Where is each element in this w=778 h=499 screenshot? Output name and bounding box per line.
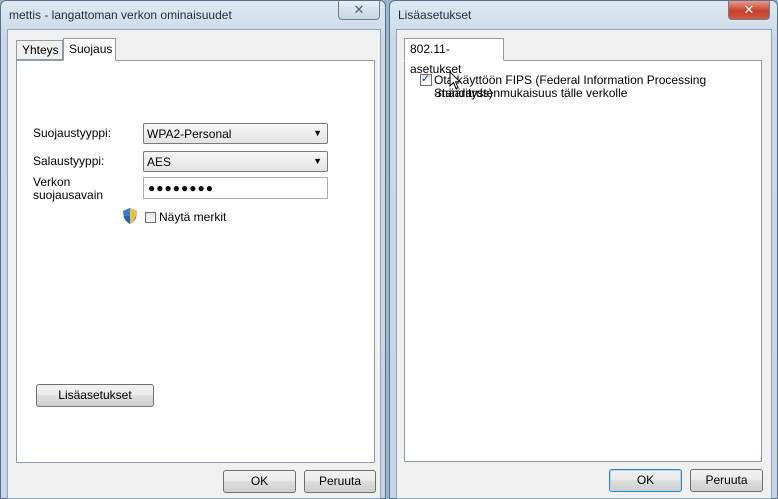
tab-yhteys[interactable]: Yhteys bbox=[16, 40, 63, 60]
network-properties-dialog: mettis - langattoman verkon ominaisuudet… bbox=[0, 0, 386, 499]
close-button[interactable]: ✕ bbox=[728, 1, 770, 20]
advanced-settings-button[interactable]: Lisäasetukset bbox=[36, 384, 154, 407]
encryption-type-select[interactable]: AES ▼ bbox=[143, 151, 328, 172]
chevron-down-icon: ▼ bbox=[313, 156, 322, 166]
encryption-type-label: Salaustyyppi: bbox=[33, 154, 105, 168]
selected-value: WPA2-Personal bbox=[147, 127, 232, 141]
80211-settings-panel: Ota käyttöön FIPS (Federal Information P… bbox=[404, 60, 762, 462]
show-characters-label[interactable]: Näytä merkit bbox=[159, 211, 226, 224]
cancel-button[interactable]: Peruuta bbox=[304, 470, 376, 493]
chevron-down-icon: ▼ bbox=[313, 128, 322, 138]
shield-icon bbox=[123, 208, 137, 224]
network-key-label-line2: suojausavain bbox=[33, 188, 104, 202]
tab-label: Suojaus bbox=[69, 42, 113, 56]
selected-value: AES bbox=[147, 155, 172, 169]
tab-80211-settings[interactable]: 802.11-asetukset bbox=[404, 38, 504, 76]
fips-label-line2[interactable]: -määritystenmukaisuus tälle verkolle bbox=[434, 87, 627, 100]
security-tab-panel: Suojaustyyppi: WPA2-Personal ▼ Salaustyy… bbox=[16, 60, 375, 463]
cancel-button[interactable]: Peruuta bbox=[690, 469, 763, 492]
advanced-settings-dialog: Lisäasetukset ✕ 802.11-asetukset Ota käy… bbox=[389, 0, 778, 499]
tab-suojaus[interactable]: Suojaus bbox=[63, 38, 116, 61]
tab-label: 802.11-asetukset bbox=[410, 42, 462, 76]
ok-button[interactable]: OK bbox=[609, 469, 682, 492]
close-button[interactable]: ✕ bbox=[338, 1, 380, 20]
show-characters-checkbox[interactable] bbox=[145, 212, 156, 223]
close-icon: ✕ bbox=[743, 2, 755, 17]
dialog-body: Yhteys Suojaus Suojaustyyppi: WPA2-Perso… bbox=[7, 29, 381, 499]
tab-label: Yhteys bbox=[22, 43, 59, 57]
network-key-value: ●●●●●●●● bbox=[148, 181, 214, 195]
window-title: Lisäasetukset bbox=[398, 8, 472, 22]
dialog-body: 802.11-asetukset Ota käyttöön FIPS (Fede… bbox=[396, 29, 772, 499]
close-icon: ✕ bbox=[353, 2, 365, 17]
security-type-select[interactable]: WPA2-Personal ▼ bbox=[143, 123, 328, 144]
ok-button[interactable]: OK bbox=[223, 470, 296, 493]
window-title: mettis - langattoman verkon ominaisuudet bbox=[9, 8, 232, 22]
network-key-field[interactable]: ●●●●●●●● bbox=[143, 177, 328, 199]
security-type-label: Suojaustyyppi: bbox=[33, 126, 112, 140]
